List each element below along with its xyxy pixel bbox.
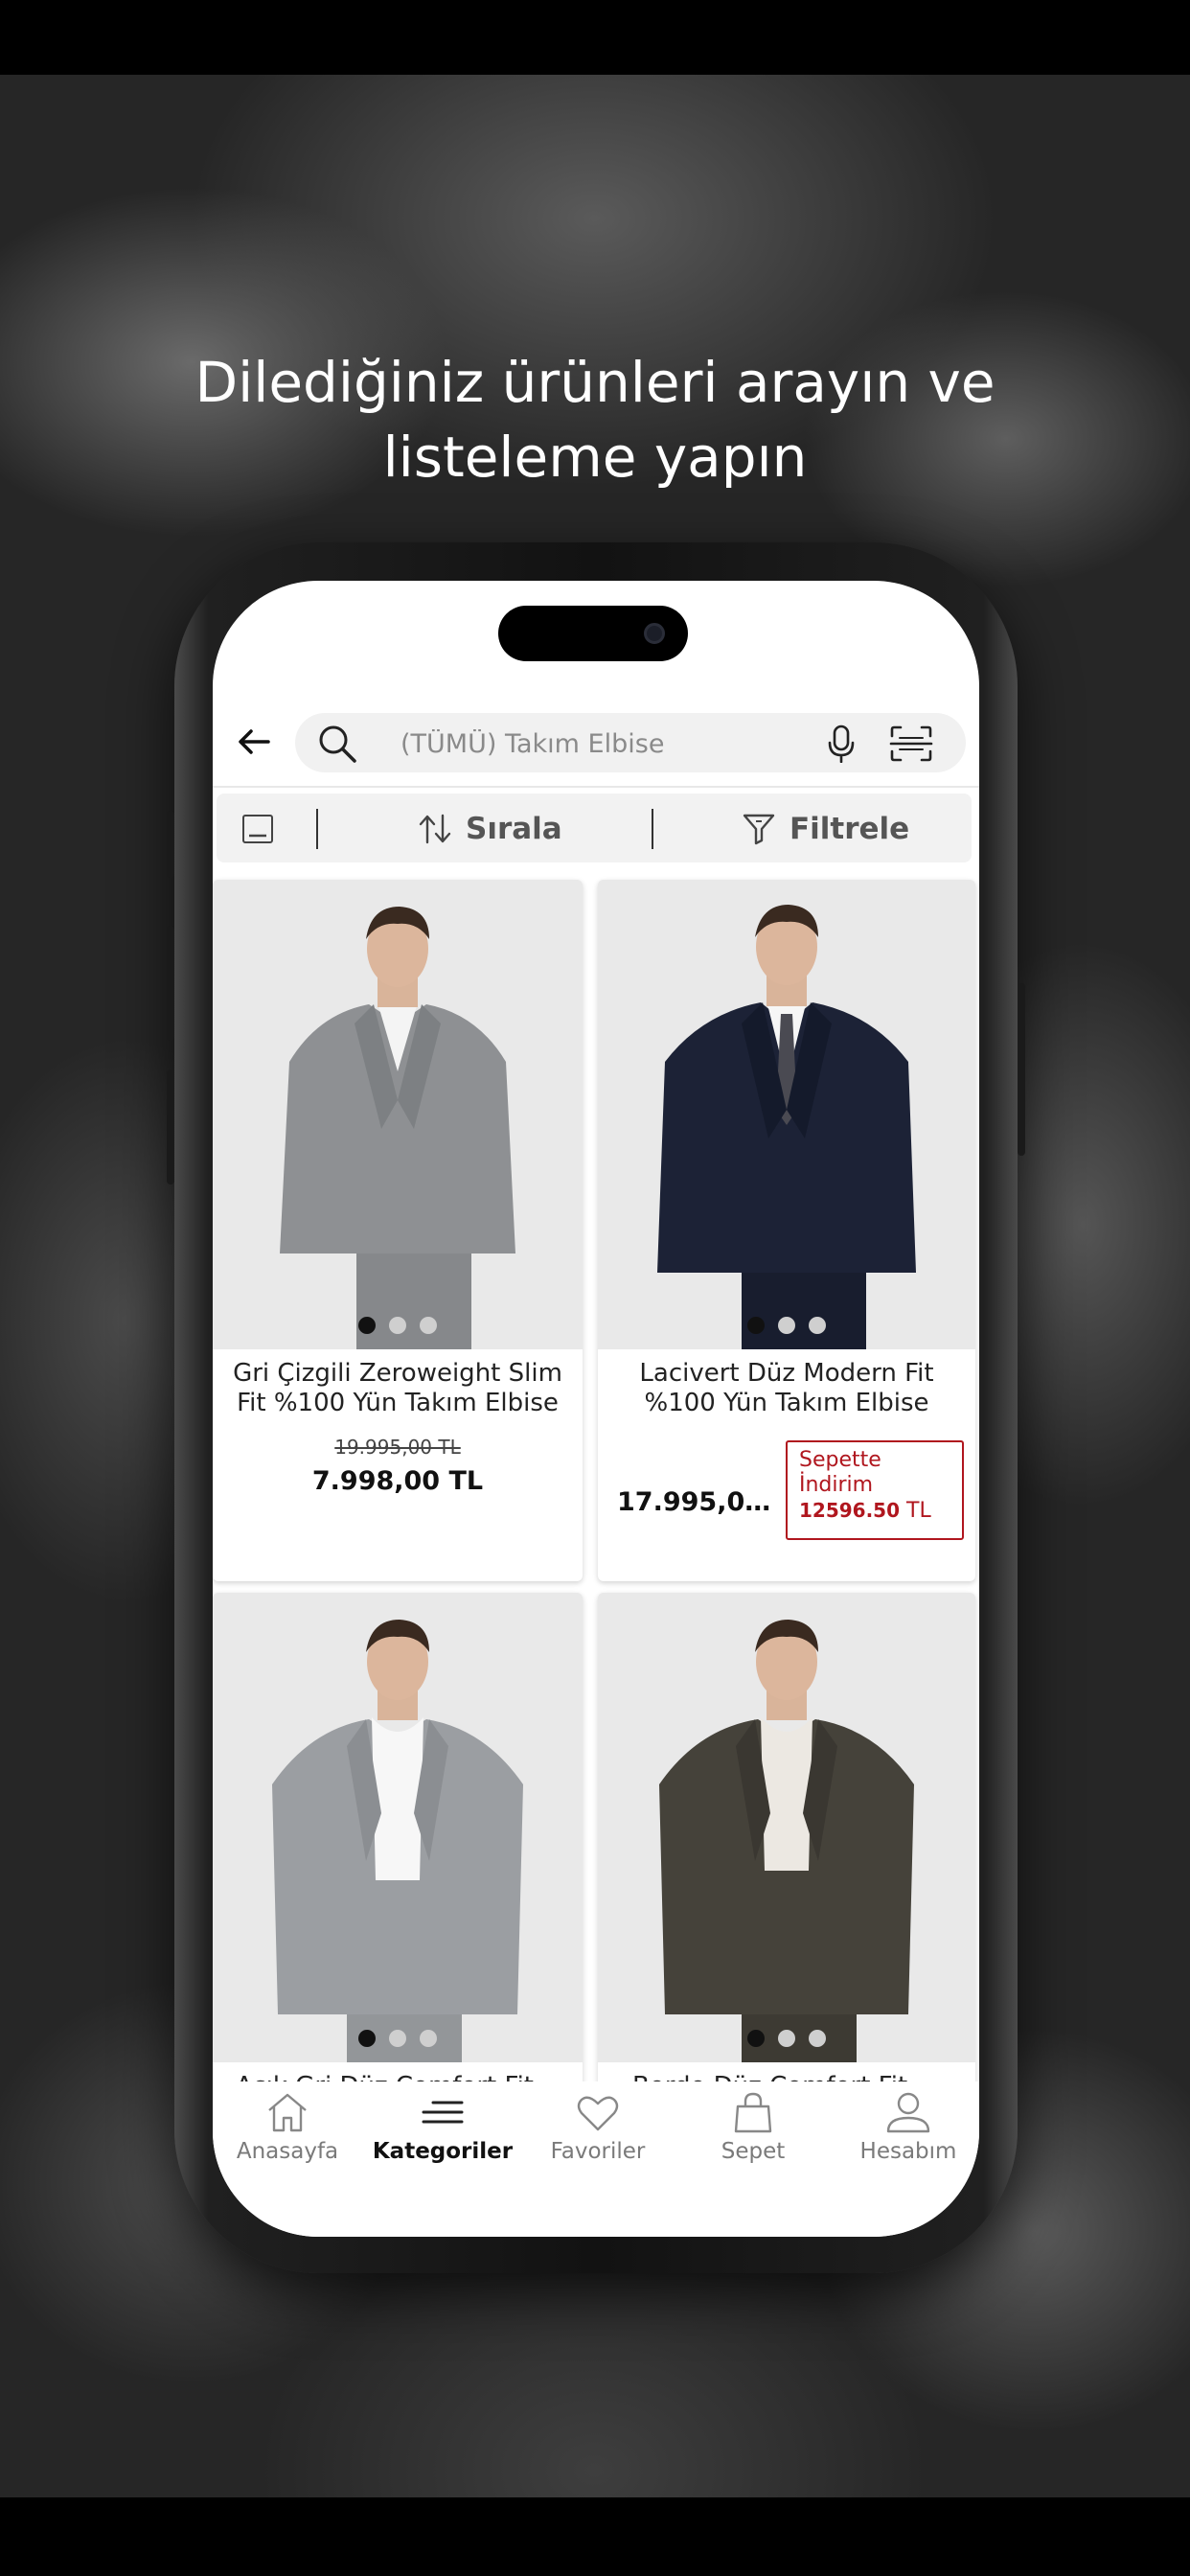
barcode-scan-icon[interactable] bbox=[889, 724, 933, 763]
product-title: Lacivert Düz Modern Fit %100 Yün Takım E… bbox=[639, 1359, 934, 1417]
search-bar-row bbox=[213, 703, 979, 780]
product-image[interactable] bbox=[598, 1593, 975, 2062]
product-card[interactable]: Gri Çizgili Zeroweight Slim Fit %100 Yün… bbox=[213, 880, 583, 1581]
pagination-dot[interactable] bbox=[809, 1317, 826, 1334]
pagination-dot[interactable] bbox=[778, 2030, 795, 2047]
search-input[interactable] bbox=[400, 724, 803, 763]
image-pagination bbox=[213, 1317, 583, 1334]
divider bbox=[213, 786, 979, 788]
pagination-dot[interactable] bbox=[778, 1317, 795, 1334]
product-image[interactable] bbox=[213, 1593, 583, 2062]
nav-label: Favoriler bbox=[550, 2139, 646, 2164]
cart-discount-badge: Sepette İndirim 12596.50 TL bbox=[786, 1440, 964, 1540]
promo-label: Sepette İndirim bbox=[799, 1448, 881, 1497]
suit-photo bbox=[213, 880, 583, 1349]
search-field[interactable] bbox=[295, 713, 966, 772]
pagination-dot[interactable] bbox=[747, 1317, 765, 1334]
menu-icon bbox=[422, 2101, 464, 2124]
microphone-icon[interactable] bbox=[824, 724, 858, 763]
layout-toggle-icon[interactable] bbox=[241, 813, 274, 845]
pagination-dot[interactable] bbox=[358, 1317, 376, 1334]
nav-label: Anasayfa bbox=[236, 2139, 339, 2164]
product-card[interactable] bbox=[213, 1593, 583, 2091]
dynamic-island bbox=[498, 606, 688, 661]
promo-amount: 12596.50 bbox=[799, 1499, 901, 1522]
pagination-dot[interactable] bbox=[389, 1317, 406, 1334]
nav-item-cart[interactable]: Sepet bbox=[676, 2082, 830, 2177]
heart-icon bbox=[577, 2096, 619, 2131]
nav-label: Hesabım bbox=[859, 2139, 957, 2164]
suit-photo bbox=[598, 1593, 975, 2062]
pagination-dot[interactable] bbox=[358, 2030, 376, 2047]
sort-label: Sırala bbox=[466, 812, 562, 846]
image-pagination bbox=[598, 2030, 975, 2047]
product-card[interactable]: Lacivert Düz Modern Fit %100 Yün Takım E… bbox=[598, 880, 975, 1581]
image-pagination bbox=[213, 2030, 583, 2047]
image-pagination bbox=[598, 1317, 975, 1334]
bottom-navigation: Anasayfa Kategoriler Favoriler Sepet Hes… bbox=[213, 2082, 979, 2237]
nav-item-categories[interactable]: Kategoriler bbox=[366, 2082, 519, 2177]
filter-icon bbox=[743, 814, 775, 845]
product-image[interactable] bbox=[598, 880, 975, 1349]
pagination-dot[interactable] bbox=[747, 2030, 765, 2047]
toolbar-separator bbox=[316, 809, 318, 849]
sort-icon bbox=[419, 814, 451, 844]
suit-photo bbox=[213, 1593, 583, 2062]
product-price: 17.995,00 TL bbox=[617, 1487, 780, 1517]
home-icon bbox=[268, 2093, 307, 2132]
product-title: Gri Çizgili Zeroweight Slim Fit %100 Yün… bbox=[233, 1359, 562, 1417]
bag-icon bbox=[734, 2092, 772, 2133]
suit-photo bbox=[598, 880, 975, 1349]
pagination-dot[interactable] bbox=[389, 2030, 406, 2047]
pagination-dot[interactable] bbox=[420, 1317, 437, 1334]
product-card[interactable] bbox=[598, 1593, 975, 2091]
nav-item-account[interactable]: Hesabım bbox=[832, 2082, 979, 2177]
back-arrow-icon[interactable] bbox=[236, 723, 274, 761]
sort-button[interactable]: Sırala bbox=[418, 809, 562, 849]
filter-button[interactable]: Filtrele bbox=[742, 809, 909, 849]
headline: Dilediğiniz ürünleri arayın ve listeleme… bbox=[0, 345, 1190, 494]
product-image[interactable] bbox=[213, 880, 583, 1349]
user-icon bbox=[886, 2092, 930, 2133]
product-price: 7.998,00 TL bbox=[311, 1466, 484, 1496]
product-old-price: 19.995,00 TL bbox=[334, 1436, 461, 1459]
filter-label: Filtrele bbox=[790, 812, 910, 846]
headline-line-2: listeleme yapın bbox=[382, 425, 808, 490]
nav-label: Sepet bbox=[721, 2139, 786, 2164]
pagination-dot[interactable] bbox=[809, 2030, 826, 2047]
list-toolbar: Sırala Filtrele bbox=[217, 794, 972, 862]
headline-line-1: Dilediğiniz ürünleri arayın ve bbox=[195, 350, 995, 415]
promo-currency: TL bbox=[906, 1499, 931, 1523]
toolbar-separator bbox=[652, 809, 653, 849]
nav-item-favorites[interactable]: Favoriler bbox=[521, 2082, 675, 2177]
phone-screen: Sırala Filtrele bbox=[213, 581, 979, 2237]
nav-label: Kategoriler bbox=[372, 2139, 514, 2164]
pagination-dot[interactable] bbox=[420, 2030, 437, 2047]
search-icon bbox=[319, 725, 356, 763]
nav-item-home[interactable]: Anasayfa bbox=[213, 2082, 364, 2177]
